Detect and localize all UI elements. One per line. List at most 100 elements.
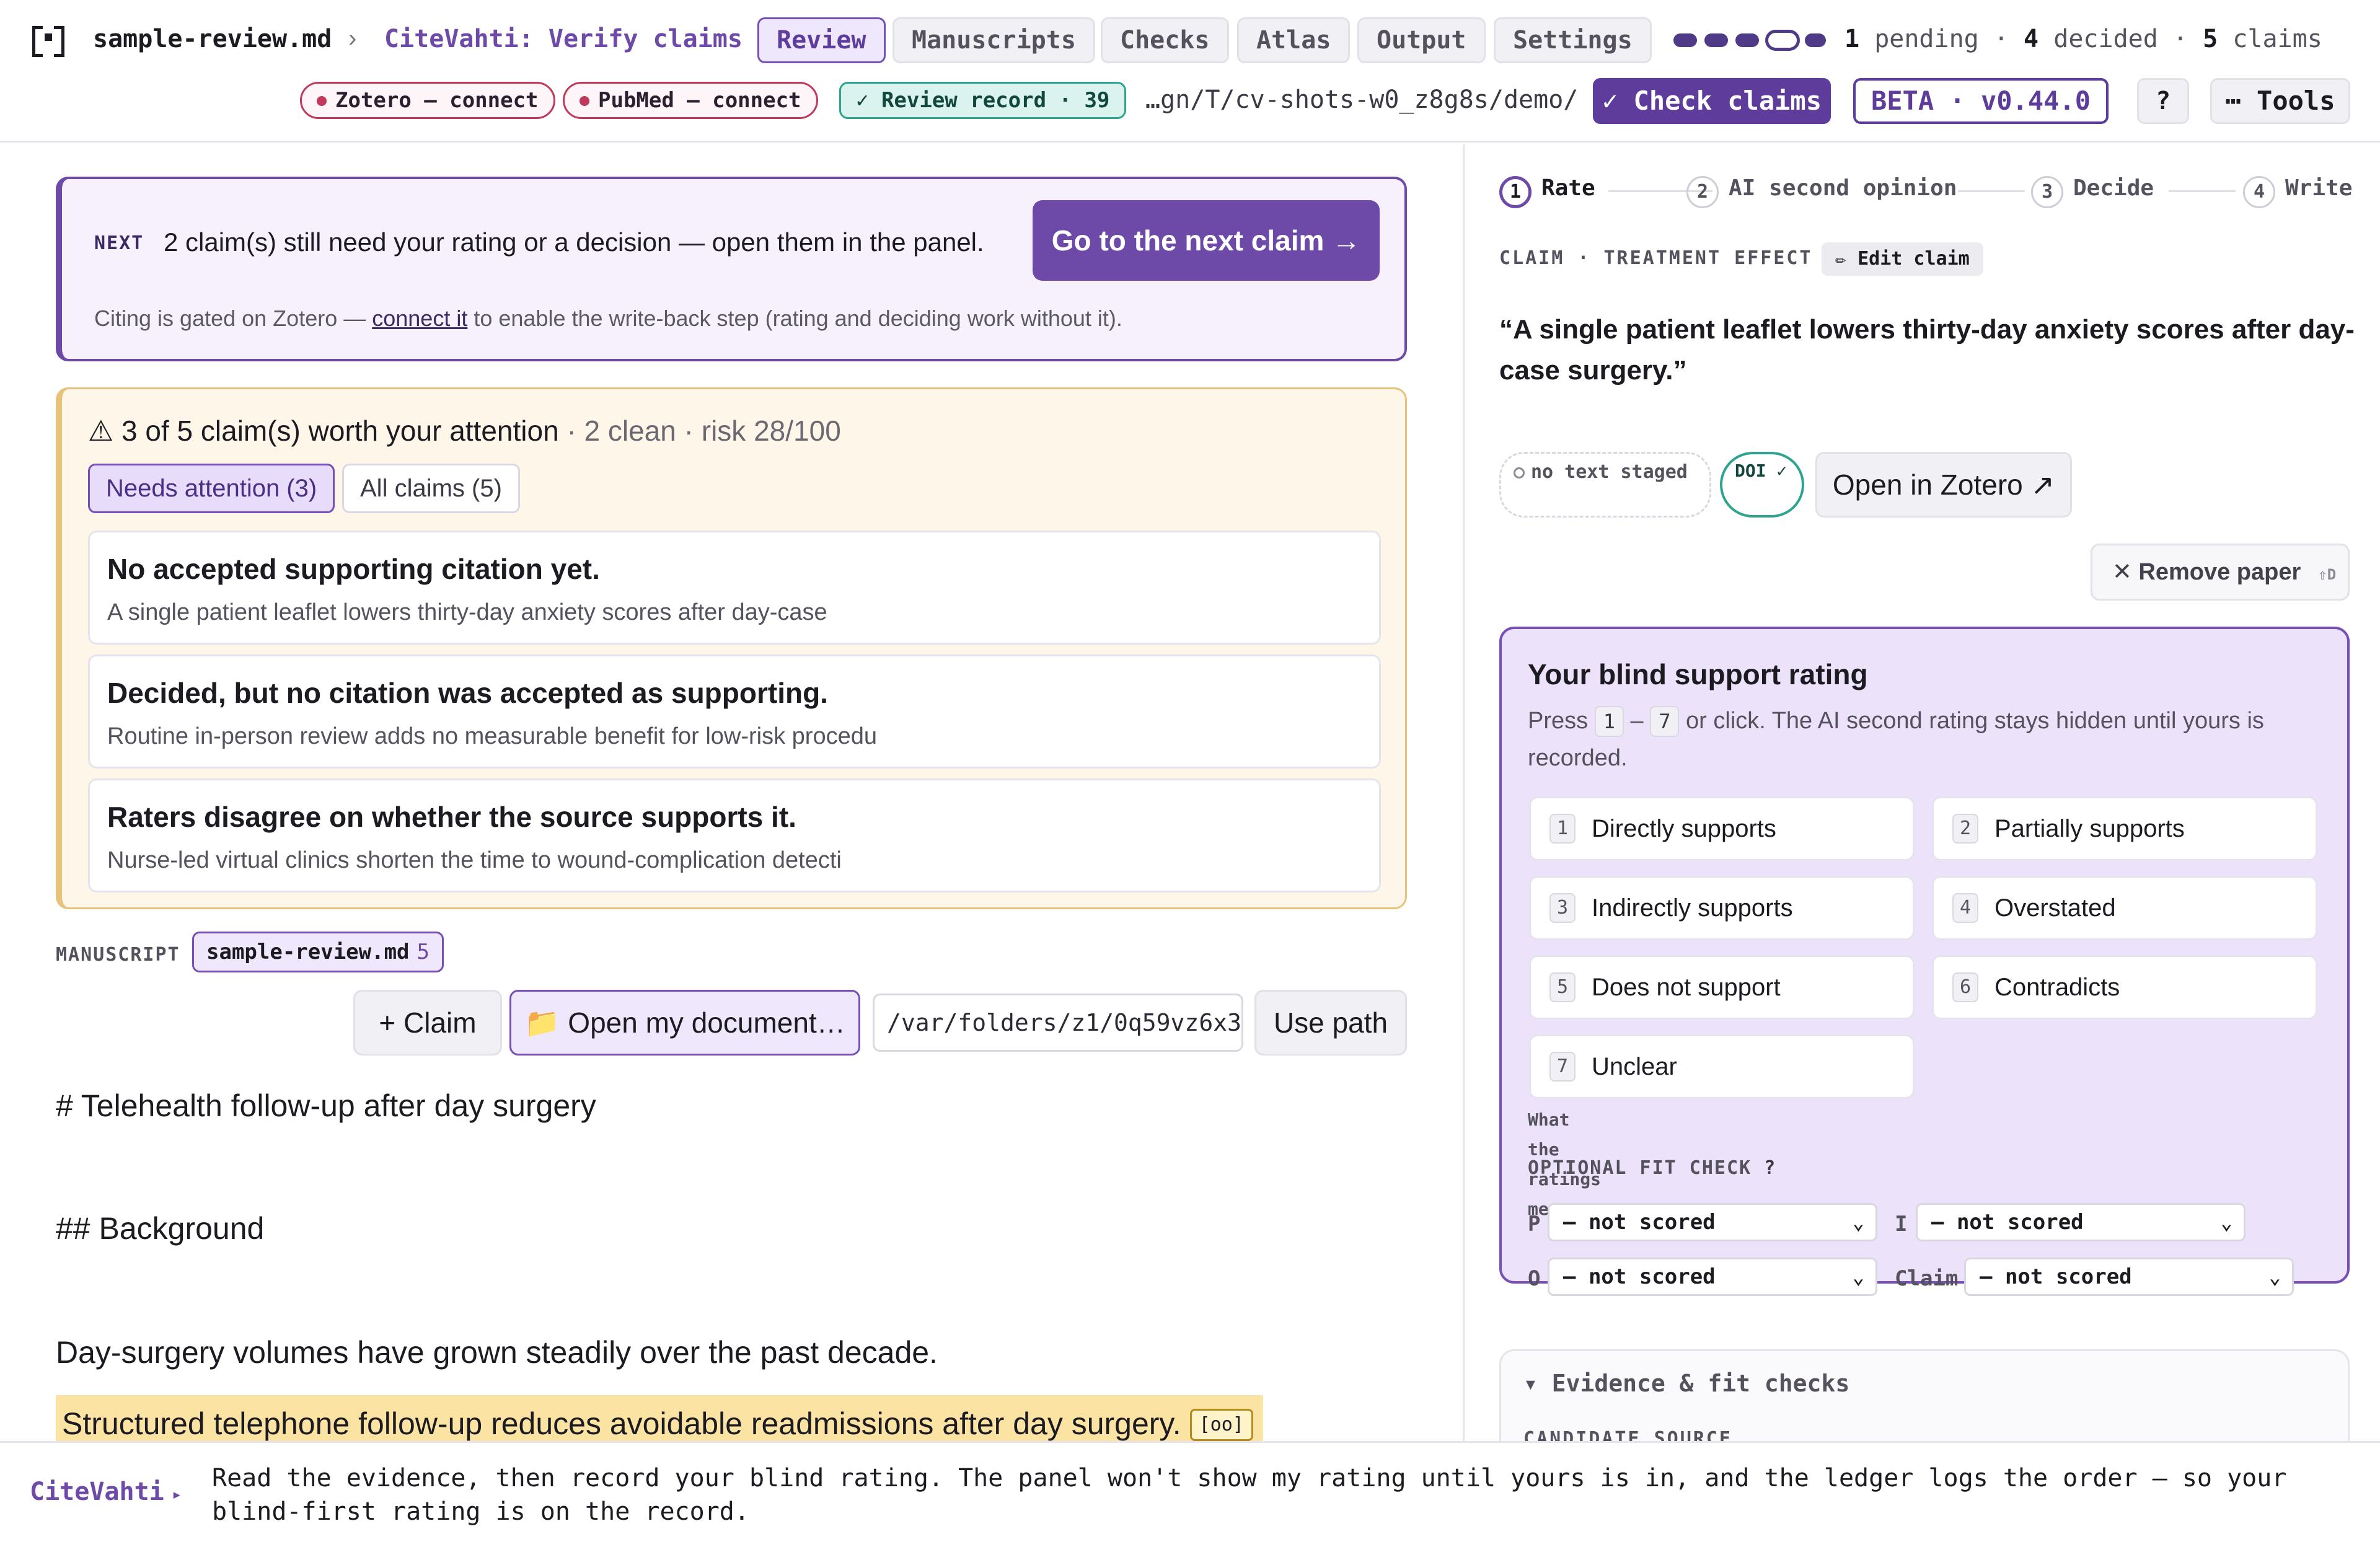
- fit-check-title: OPTIONAL FIT CHECK?: [1528, 1157, 1777, 1179]
- step-connector: [2169, 190, 2236, 192]
- rating-instructions: Press 1 – 7 or click. The AI second rati…: [1528, 702, 2327, 777]
- rating-title: Your blind support rating: [1528, 658, 1868, 690]
- use-path-button[interactable]: Use path: [1254, 990, 1407, 1056]
- progress-dot-current: [1765, 30, 1800, 51]
- rating-option-overstated[interactable]: 4 Overstated: [1932, 876, 2317, 940]
- next-claim-button[interactable]: Go to the next claim →: [1033, 200, 1380, 281]
- manuscript-pane: NEXT 2 claim(s) still need your rating o…: [0, 144, 1463, 1441]
- tab-review[interactable]: Review: [757, 17, 886, 63]
- rating-option-does-not-support[interactable]: 5 Does not support: [1529, 955, 1915, 1020]
- disconnected-dot-icon: [317, 96, 327, 106]
- tab-settings[interactable]: Settings: [1494, 17, 1652, 63]
- step-write[interactable]: 4 Write: [2243, 175, 2352, 208]
- open-document-button[interactable]: 📁 Open my document…: [509, 990, 860, 1056]
- attention-headline: ⚠ 3 of 5 claim(s) worth your attention ·…: [88, 415, 841, 447]
- assistant-message: Read the evidence, then record your blin…: [212, 1464, 2287, 1526]
- attention-card: ⚠ 3 of 5 claim(s) worth your attention ·…: [56, 387, 1407, 909]
- evidence-toggle[interactable]: ▾ Evidence & fit checks: [1523, 1370, 1849, 1397]
- claim-text: “A single patient leaflet lowers thirty-…: [1499, 314, 2355, 386]
- pubmed-connect-pill[interactable]: PubMed — connect: [563, 82, 818, 119]
- doc-heading-1: # Telehealth follow-up after day surgery: [56, 1088, 596, 1123]
- help-button[interactable]: ?: [2137, 78, 2189, 124]
- key-hint: 1: [1594, 706, 1624, 737]
- fit-label-claim: Claim: [1895, 1266, 1959, 1291]
- disconnected-dot-icon: [580, 96, 589, 106]
- blind-rating-card: Your blind support rating Press 1 – 7 or…: [1499, 627, 2350, 1296]
- claim-marker-tag[interactable]: [oo]: [1189, 1409, 1253, 1441]
- check-claims-button[interactable]: ✓ Check claims: [1593, 78, 1831, 124]
- key-hint: 7: [1650, 706, 1680, 737]
- rating-option-directly-supports[interactable]: 1 Directly supports: [1529, 796, 1915, 861]
- rating-option-indirectly-supports[interactable]: 3 Indirectly supports: [1529, 876, 1915, 940]
- breadcrumb-app-title: CiteVahti: Verify claims: [384, 25, 743, 53]
- candidate-source-label: CANDIDATE SOURCE: [1523, 1428, 1732, 1441]
- step-connector: [1958, 190, 2025, 192]
- tab-manuscripts[interactable]: Manuscripts: [892, 17, 1095, 63]
- doc-heading-2: ## Background: [56, 1211, 265, 1246]
- tab-checks[interactable]: Checks: [1101, 17, 1229, 63]
- filter-all-claims[interactable]: All claims (5): [342, 464, 520, 513]
- doi-status-badge: DOI ✓: [1720, 452, 1804, 518]
- claim-status-summary: 1 pending · 4 decided · 5 claims: [1844, 25, 2322, 53]
- app-logo-icon[interactable]: [32, 25, 64, 57]
- evidence-section[interactable]: ▾ Evidence & fit checks CANDIDATE SOURCE: [1499, 1349, 2350, 1441]
- version-badge: BETA · v0.44.0: [1853, 78, 2109, 124]
- fit-select-o[interactable]: — not scored ⌄: [1548, 1258, 1877, 1296]
- highlighted-claim[interactable]: Structured telephone follow-up reduces a…: [56, 1395, 1263, 1441]
- step-ai-second-opinion[interactable]: 2 AI second opinion: [1686, 175, 1957, 208]
- fit-check-help-icon[interactable]: ?: [1764, 1157, 1776, 1179]
- progress-dot-done: [1704, 33, 1728, 47]
- fit-select-claim[interactable]: — not scored ⌄: [1964, 1258, 2294, 1296]
- filter-needs-attention[interactable]: Needs attention (3): [88, 464, 335, 513]
- connect-zotero-link[interactable]: connect it: [372, 306, 467, 331]
- progress-indicator: [1673, 30, 1826, 51]
- remove-paper-button[interactable]: ✕ Remove paper ⇧D: [2091, 544, 2350, 601]
- attention-item[interactable]: No accepted supporting citation yet. A s…: [88, 531, 1381, 645]
- chevron-down-icon: ⌄: [1852, 1265, 1864, 1289]
- rating-option-partially-supports[interactable]: 2 Partially supports: [1932, 796, 2317, 861]
- add-claim-button[interactable]: + Claim: [353, 990, 502, 1056]
- edit-claim-button[interactable]: ✏ Edit claim: [1822, 242, 1983, 276]
- doc-paragraph: Day-surgery volumes have grown steadily …: [56, 1335, 938, 1370]
- attention-item[interactable]: Decided, but no citation was accepted as…: [88, 654, 1381, 769]
- assistant-message-bar: CiteVahti ▸ Read the evidence, then recor…: [0, 1441, 2380, 1547]
- attention-item[interactable]: Raters disagree on whether the source su…: [88, 778, 1381, 892]
- fit-label-o: O: [1528, 1266, 1541, 1291]
- fit-select-p[interactable]: — not scored ⌄: [1548, 1203, 1877, 1241]
- progress-dot-pending: [1805, 33, 1826, 47]
- warning-icon: ⚠: [88, 415, 114, 447]
- chevron-down-icon: ⌄: [2220, 1210, 2232, 1234]
- claim-category: CLAIM · TREATMENT EFFECT: [1499, 247, 1813, 269]
- review-panel: 1 Rate 2 AI second opinion 3 Decide 4 Write …: [1463, 144, 2380, 1441]
- chevron-down-icon: ⌄: [2268, 1265, 2281, 1289]
- tools-menu-button[interactable]: ⋯ Tools: [2210, 78, 2350, 124]
- rating-option-unclear[interactable]: 7 Unclear: [1529, 1034, 1915, 1099]
- rating-option-contradicts[interactable]: 6 Contradicts: [1932, 955, 2317, 1020]
- play-arrow-icon: ▸: [171, 1484, 182, 1504]
- open-in-zotero-button[interactable]: Open in Zotero ↗: [1815, 452, 2072, 518]
- zotero-gate-note: Citing is gated on Zotero — connect it t…: [94, 306, 1122, 331]
- breadcrumb-separator: ›: [348, 25, 357, 52]
- review-record-badge[interactable]: ✓ Review record · 39: [839, 82, 1127, 119]
- zotero-connect-pill[interactable]: Zotero — connect: [300, 82, 555, 119]
- shortcut-hint: ⇧D: [2318, 566, 2337, 583]
- next-step-text: 2 claim(s) still need your rating or a d…: [164, 227, 984, 257]
- fit-select-i[interactable]: — not scored ⌄: [1916, 1203, 2246, 1241]
- fit-label-i: I: [1895, 1212, 1908, 1236]
- progress-dot-done: [1735, 33, 1759, 47]
- tab-output[interactable]: Output: [1357, 17, 1486, 63]
- chevron-down-icon: ⌄: [1852, 1210, 1864, 1234]
- document-path-input[interactable]: /var/folders/z1/0q59vz6x3p: [873, 994, 1243, 1052]
- assistant-name: CiteVahti ▸: [30, 1478, 182, 1506]
- tab-atlas[interactable]: Atlas: [1237, 17, 1351, 63]
- breadcrumb-file[interactable]: sample-review.md: [93, 25, 332, 53]
- top-bar: sample-review.md › CiteVahti: Verify cla…: [0, 0, 2380, 143]
- manuscript-file-chip[interactable]: sample-review.md 5: [192, 932, 444, 972]
- next-tag: NEXT: [94, 232, 144, 254]
- empty-circle-icon: [1514, 467, 1525, 478]
- step-rate[interactable]: 1 Rate: [1499, 175, 1595, 208]
- progress-dot-done: [1673, 33, 1697, 47]
- text-staged-status: no text staged: [1499, 452, 1711, 518]
- step-decide[interactable]: 3 Decide: [2031, 175, 2154, 208]
- next-step-card: NEXT 2 claim(s) still need your rating o…: [56, 177, 1407, 361]
